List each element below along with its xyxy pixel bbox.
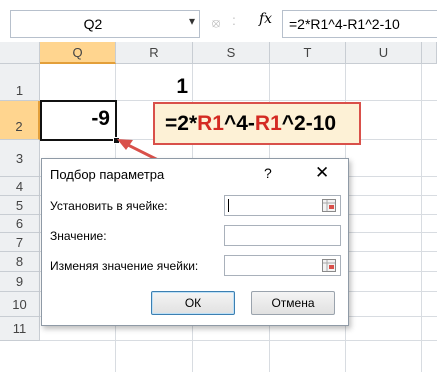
cancel-button[interactable]: Отмена bbox=[251, 291, 335, 315]
changing-cell-label: Изменяя значение ячейки: bbox=[50, 259, 199, 273]
collapse-dialog-icon[interactable] bbox=[322, 259, 336, 272]
collapse-dialog-icon[interactable] bbox=[322, 199, 336, 212]
ok-button[interactable]: ОК bbox=[151, 291, 235, 315]
select-all-corner[interactable] bbox=[0, 42, 40, 64]
row-header-2[interactable]: 2 bbox=[0, 101, 40, 140]
set-cell-input[interactable] bbox=[224, 195, 341, 216]
formula-bar-separator: : bbox=[232, 12, 236, 28]
text-caret bbox=[228, 199, 229, 212]
row-header-7[interactable]: 7 bbox=[0, 233, 40, 252]
chevron-down-icon[interactable]: ▾ bbox=[189, 14, 195, 28]
cell-r1[interactable]: 1 bbox=[116, 75, 188, 99]
callout-part-2: ^4- bbox=[223, 112, 255, 135]
column-header-q[interactable]: Q bbox=[40, 42, 116, 64]
to-value-input[interactable] bbox=[224, 225, 341, 246]
formula-text: =2*R1^4-R1^2-10 bbox=[289, 16, 400, 32]
column-header-t[interactable]: T bbox=[270, 42, 346, 64]
grid-line bbox=[40, 340, 437, 341]
column-header-r[interactable]: R bbox=[116, 42, 193, 64]
changing-cell-input[interactable] bbox=[224, 255, 341, 276]
close-button[interactable]: ✕ bbox=[315, 163, 329, 183]
formula-bar: Q2 ▾ ⦻ : fx =2*R1^4-R1^2-10 bbox=[0, 0, 437, 43]
fill-handle[interactable] bbox=[113, 137, 120, 144]
formula-callout: =2*R1^4-R1^2-10 bbox=[153, 102, 361, 145]
row-header-1[interactable]: 1 bbox=[0, 64, 40, 101]
name-box-value: Q2 bbox=[83, 16, 103, 32]
callout-part-3: ^2-10 bbox=[281, 112, 337, 135]
row-header-11[interactable]: 11 bbox=[0, 317, 40, 341]
callout-part-1: =2* bbox=[165, 112, 198, 135]
set-cell-label: Установить в ячейке: bbox=[50, 199, 168, 213]
cell-q2[interactable]: -9 bbox=[40, 107, 110, 131]
grid-line bbox=[421, 64, 422, 372]
to-value-label: Значение: bbox=[50, 229, 107, 243]
row-header-3[interactable]: 3 bbox=[0, 140, 40, 177]
cancel-icon[interactable]: ⦻ bbox=[204, 10, 228, 36]
callout-ref-1: R1 bbox=[197, 112, 224, 135]
row-header-9[interactable]: 9 bbox=[0, 272, 40, 292]
formula-input[interactable]: =2*R1^4-R1^2-10 bbox=[282, 10, 437, 38]
column-header-partial[interactable] bbox=[422, 42, 437, 64]
row-header-8[interactable]: 8 bbox=[0, 252, 40, 272]
row-header-4[interactable]: 4 bbox=[0, 177, 40, 196]
row-header-6[interactable]: 6 bbox=[0, 215, 40, 233]
dialog-title: Подбор параметра bbox=[50, 167, 165, 182]
column-header-s[interactable]: S bbox=[193, 42, 270, 64]
column-header-u[interactable]: U bbox=[346, 42, 422, 64]
help-button[interactable]: ? bbox=[264, 165, 272, 181]
name-box[interactable]: Q2 ▾ bbox=[10, 10, 200, 38]
callout-ref-2: R1 bbox=[254, 112, 282, 135]
insert-function-icon[interactable]: fx bbox=[259, 11, 272, 27]
row-header-5[interactable]: 5 bbox=[0, 196, 40, 215]
row-header-10[interactable]: 10 bbox=[0, 292, 40, 317]
goal-seek-dialog: Подбор параметра ? ✕ Установить в ячейке… bbox=[41, 158, 349, 326]
